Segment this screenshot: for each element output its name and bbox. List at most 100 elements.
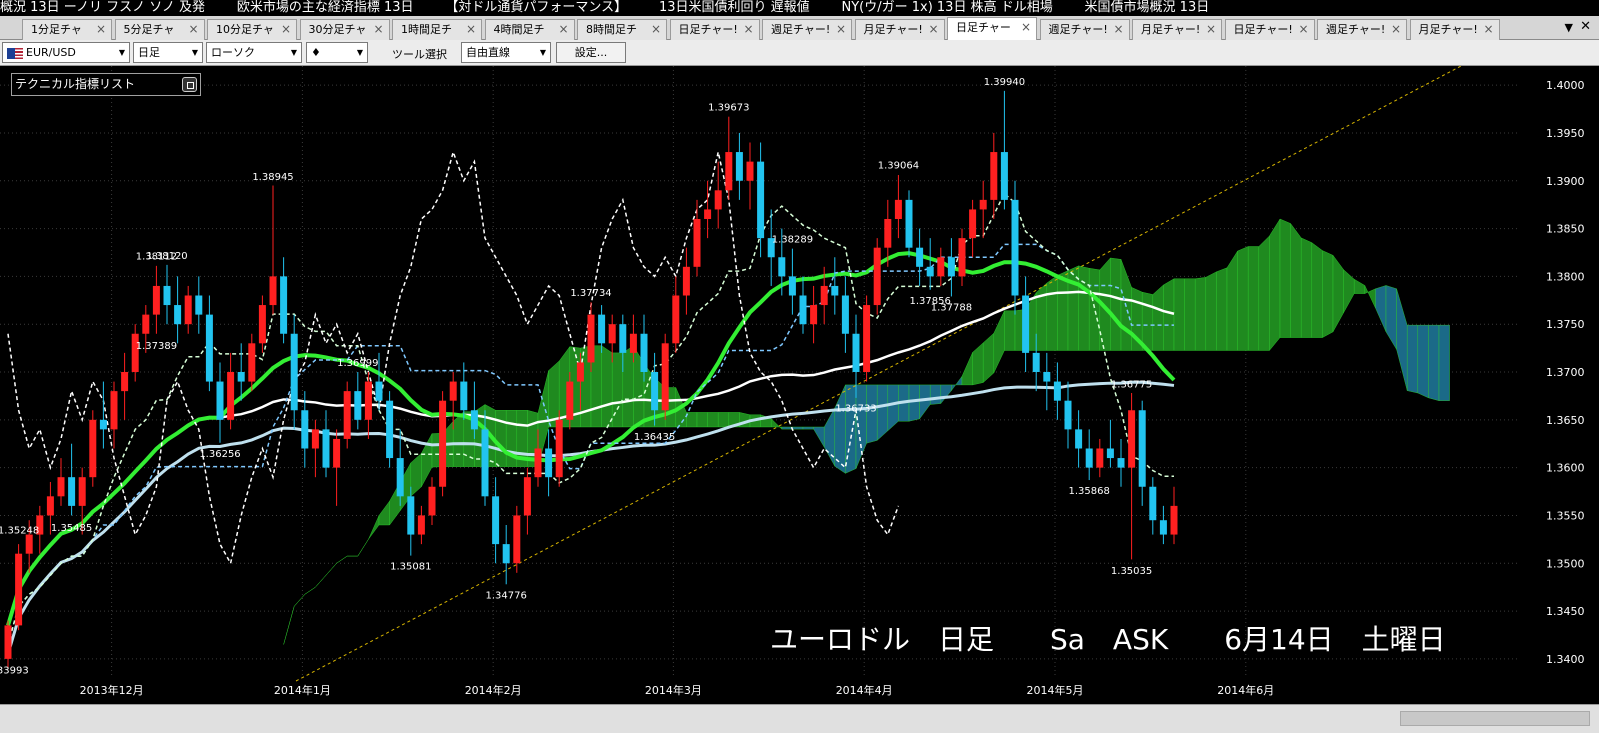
chart-tab[interactable]: 日足チャー! × xyxy=(1224,19,1315,40)
chart-tab[interactable]: 10分足チャ × xyxy=(207,19,297,40)
candle-body xyxy=(1128,410,1136,468)
chart-tab[interactable]: 月足チャー! × xyxy=(854,19,945,40)
close-icon[interactable]: × xyxy=(1483,20,1493,39)
chart-tab[interactable]: 週足チャー! × xyxy=(1317,19,1407,40)
chart-tab[interactable]: 週足チャー! × xyxy=(762,19,852,40)
close-icon[interactable]: × xyxy=(1021,18,1031,37)
tab-label: 月足チャー! xyxy=(1418,23,1478,36)
news-ticker: 概況 13日 ーノリ フスノ ソノ 及発 欧米市場の主な経済指標 13日 【対ド… xyxy=(0,0,1599,16)
close-icon[interactable]: × xyxy=(1391,20,1401,39)
chart-tab[interactable]: 週足チャー! × xyxy=(1039,19,1130,40)
close-icon[interactable]: × xyxy=(281,20,291,39)
chart-tab[interactable]: 1分足チャ × xyxy=(22,19,112,40)
candle-body xyxy=(492,496,500,545)
period-select[interactable]: 日足 ▼ xyxy=(133,42,203,63)
candle-body xyxy=(428,486,436,516)
chart-style-select[interactable]: ローソク ▼ xyxy=(206,42,302,63)
tab-label: 4時間足チ xyxy=(493,23,545,36)
chart-tab[interactable]: 4時間足チ × xyxy=(484,19,575,40)
candle-body xyxy=(916,247,924,267)
candle-body xyxy=(1149,486,1157,521)
symbol-select[interactable]: EUR/USD ▼ xyxy=(2,42,130,63)
kumo-segment xyxy=(993,310,1005,374)
candle-body xyxy=(57,477,65,497)
tab-label: 週足チャー! xyxy=(1048,23,1108,36)
candle-body xyxy=(778,257,786,277)
candle-body xyxy=(926,266,934,277)
price-annotation: 1.39673 xyxy=(708,102,749,113)
candle-body xyxy=(810,305,818,325)
chart-tab[interactable]: 日足チャー! × xyxy=(669,19,760,40)
chart-tab[interactable]: 日足チャー × xyxy=(947,17,1037,41)
collapse-icon[interactable] xyxy=(182,77,197,92)
close-all-icon[interactable]: ✕ xyxy=(1580,19,1591,34)
close-icon[interactable]: × xyxy=(558,20,568,39)
news-item[interactable]: NY(ウ/ガー 1x) 13日 株高 ドル相場 xyxy=(841,0,1052,15)
candle-body xyxy=(78,477,86,506)
chart-tab[interactable]: 月足チャー! × xyxy=(1409,19,1500,40)
candle-body xyxy=(640,333,648,372)
kumo-segment xyxy=(972,342,984,386)
technical-indicator-list[interactable]: テクニカル指標リスト xyxy=(11,73,201,96)
tab-label: 1分足チャ xyxy=(31,23,82,36)
price-chart[interactable]: 1.339931.352481.381121.381201.362561.389… xyxy=(0,66,1599,704)
kumo-segment xyxy=(1152,284,1164,351)
kumo-segment xyxy=(781,426,793,430)
chart-tab[interactable]: 1時間足チ × xyxy=(392,19,482,40)
news-item[interactable]: 【対ドル通貨パフォーマンス】 xyxy=(445,0,627,15)
candle-body xyxy=(396,458,404,497)
news-item[interactable]: 13日米国債利回り 遅報値 xyxy=(659,0,810,15)
close-icon[interactable]: × xyxy=(836,20,846,39)
close-icon[interactable]: × xyxy=(1206,20,1216,39)
kumo-segment xyxy=(1258,235,1270,351)
close-icon[interactable]: × xyxy=(188,20,198,39)
price-annotation: 1.37389 xyxy=(136,341,177,352)
horizontal-scrollbar[interactable] xyxy=(0,704,1599,733)
kumo-segment xyxy=(940,384,952,405)
marker-select[interactable]: ♦ ▼ xyxy=(306,42,368,63)
tool-select[interactable]: 自由直線 ▼ xyxy=(461,42,551,63)
kumo-segment xyxy=(1269,218,1281,352)
chart-style-value: ローソク xyxy=(211,46,255,59)
kumo-segment xyxy=(1110,257,1122,351)
chart-canvas[interactable]: 1.339931.352481.381121.381201.362561.389… xyxy=(0,66,1599,733)
settings-button[interactable]: 設定... xyxy=(556,42,626,63)
close-icon[interactable]: × xyxy=(96,20,106,39)
y-axis-tick-label: 1.3850 xyxy=(1546,223,1585,236)
kumo-segment xyxy=(877,384,888,441)
chart-tab[interactable]: 30分足チャ × xyxy=(299,19,390,40)
price-annotation: 1.36775 xyxy=(1111,380,1152,391)
price-annotation: 1.39064 xyxy=(878,161,919,172)
tab-label: 週足チャー! xyxy=(771,23,831,36)
x-axis-tick-label: 2014年3月 xyxy=(645,683,702,697)
candle-body xyxy=(672,295,680,344)
close-icon[interactable]: × xyxy=(651,20,661,39)
chart-tab[interactable]: 8時間足チ × xyxy=(577,19,667,40)
tab-dropdown-icon[interactable]: ▼ xyxy=(1565,21,1573,34)
candle-body xyxy=(46,496,54,516)
chart-tab[interactable]: 5分足チャ × xyxy=(114,19,205,40)
close-icon[interactable]: × xyxy=(373,20,383,39)
close-icon[interactable]: × xyxy=(466,20,476,39)
news-item[interactable]: 欧米市場の主な経済指標 13日 xyxy=(237,0,414,15)
kumo-segment xyxy=(315,575,327,588)
close-icon[interactable]: × xyxy=(1298,20,1308,39)
price-annotation: 1.33993 xyxy=(0,666,29,677)
close-icon[interactable]: × xyxy=(1113,20,1123,39)
kumo-segment xyxy=(1417,324,1429,399)
chart-tab[interactable]: 月足チャー! × xyxy=(1132,19,1222,40)
close-icon[interactable]: × xyxy=(743,20,753,39)
candle-body xyxy=(969,209,977,239)
kumo-segment xyxy=(1205,271,1217,351)
candle-body xyxy=(788,276,796,296)
news-item[interactable]: 米国債市場概況 13日 xyxy=(1085,0,1210,15)
kumo-segment xyxy=(1078,265,1090,351)
news-item[interactable]: 概況 13日 ーノリ フスノ ソノ 及発 xyxy=(0,0,205,15)
x-axis-tick-label: 2014年4月 xyxy=(836,683,893,697)
tab-label: 8時間足チ xyxy=(586,23,637,36)
y-axis-tick-label: 1.3700 xyxy=(1546,366,1585,379)
candle-body xyxy=(290,333,298,411)
kumo-segment xyxy=(368,515,380,540)
scrollbar-thumb[interactable] xyxy=(1400,711,1590,726)
close-icon[interactable]: × xyxy=(928,20,938,39)
